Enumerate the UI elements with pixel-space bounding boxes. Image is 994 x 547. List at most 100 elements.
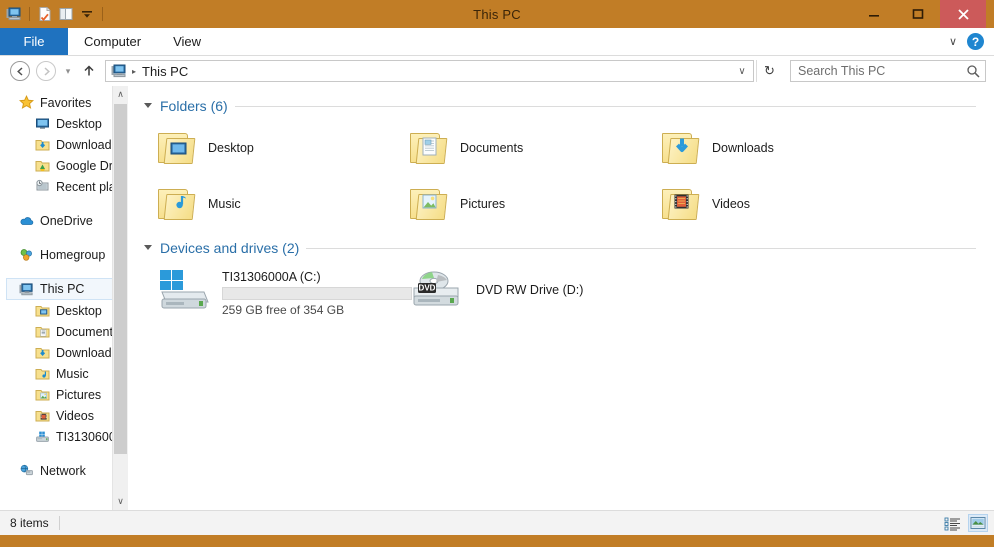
tab-file[interactable]: File [0, 28, 68, 55]
item-label: Pictures [460, 197, 506, 211]
downloads-folder-icon [660, 131, 700, 165]
group-title: Devices and drives (2) [160, 240, 300, 256]
refresh-button[interactable]: ↻ [756, 60, 782, 82]
list-item[interactable]: DVD DVD RW Drive (D:) [394, 262, 646, 318]
sidebar-item-pictures[interactable]: Pictures [0, 384, 128, 405]
sidebar-item-label: Downloads [56, 137, 118, 152]
group-header-devices[interactable]: Devices and drives (2) [144, 240, 982, 256]
hard-drive-icon [34, 429, 50, 445]
breadcrumb[interactable]: ▸ This PC ∨ [105, 60, 754, 82]
minimize-button[interactable] [852, 0, 896, 28]
window-title: This PC [473, 6, 521, 22]
network-icon [18, 463, 34, 479]
large-icons-view-button[interactable] [968, 514, 988, 532]
sidebar-item-label: Desktop [56, 116, 102, 131]
sidebar-item-downloads[interactable]: Downloads [0, 342, 128, 363]
desktop-icon [34, 116, 50, 132]
sidebar-item-label: Videos [56, 408, 94, 423]
scroll-down-icon[interactable]: ∨ [113, 493, 128, 510]
videos-folder-icon [660, 187, 700, 221]
item-label: Videos [712, 197, 750, 211]
sidebar-item-recent-places[interactable]: Recent places [0, 176, 128, 197]
group-header-folders[interactable]: Folders (6) [144, 98, 982, 114]
scrollbar-thumb[interactable] [114, 104, 127, 454]
list-item[interactable]: Downloads [646, 120, 898, 176]
collapse-triangle-icon[interactable] [144, 244, 153, 253]
downloads-folder-icon [34, 345, 50, 361]
ribbon-tab-bar: File Computer View ∨ ? [0, 28, 994, 56]
sidebar-item-videos[interactable]: Videos [0, 405, 128, 426]
status-divider [58, 516, 60, 530]
sidebar-item-desktop-fav[interactable]: Desktop [0, 113, 128, 134]
sidebar-item-onedrive[interactable]: OneDrive [0, 210, 128, 231]
sidebar-item-homegroup[interactable]: Homegroup [0, 244, 128, 265]
recent-locations-icon[interactable]: ▾ [60, 59, 76, 83]
up-button[interactable] [78, 59, 100, 83]
list-item[interactable]: TI31306000A (C:) 259 GB free of 354 GB [142, 262, 412, 318]
pictures-folder-icon [408, 187, 448, 221]
sidebar-item-desktop[interactable]: Desktop [0, 300, 128, 321]
google-drive-folder-icon [34, 158, 50, 174]
search-icon[interactable] [966, 64, 981, 79]
windows-hard-drive-icon [156, 266, 212, 314]
dvd-label: DVD [419, 284, 436, 293]
item-label: DVD RW Drive (D:) [476, 283, 584, 297]
sidebar-item-google-drive[interactable]: Google Drive [0, 155, 128, 176]
homegroup-icon [18, 247, 34, 263]
desktop-folder-icon [34, 303, 50, 319]
list-item[interactable]: Pictures [394, 176, 646, 232]
sidebar-item-music[interactable]: Music [0, 363, 128, 384]
back-button[interactable] [8, 59, 32, 83]
item-label: Music [208, 197, 241, 211]
item-label: Documents [460, 141, 524, 155]
drives-grid: TI31306000A (C:) 259 GB free of 354 GB D… [142, 262, 982, 318]
breadcrumb-current[interactable]: This PC [142, 64, 188, 79]
help-icon[interactable]: ? [967, 33, 984, 50]
scroll-up-icon[interactable]: ∧ [113, 86, 128, 103]
sidebar-item-network[interactable]: Network [0, 460, 128, 481]
maximize-button[interactable] [896, 0, 940, 28]
file-list-pane[interactable]: Folders (6) Desktop Documents Downloads … [128, 86, 994, 510]
sidebar-item-documents[interactable]: Documents [0, 321, 128, 342]
close-button[interactable] [940, 0, 986, 28]
group-title: Folders (6) [160, 98, 228, 114]
sidebar-item-label: Network [40, 463, 86, 478]
sidebar-item-this-pc[interactable]: This PC [6, 278, 128, 300]
this-pc-icon [110, 63, 127, 80]
sidebar-item-label: Pictures [56, 387, 102, 402]
tab-view[interactable]: View [157, 28, 217, 55]
sidebar-item-local-disk[interactable]: TI31306000A [0, 426, 128, 447]
this-pc-icon [18, 281, 34, 297]
sidebar-scrollbar[interactable]: ∧ ∨ [112, 86, 128, 510]
onedrive-cloud-icon [18, 213, 34, 229]
sidebar-item-label: Homegroup [40, 247, 106, 262]
search-box[interactable] [790, 60, 986, 82]
sidebar-item-label: Downloads [56, 345, 118, 360]
search-input[interactable] [798, 64, 966, 78]
videos-folder-icon [34, 408, 50, 424]
drive-name: TI31306000A (C:) [222, 270, 321, 284]
details-view-button[interactable] [942, 514, 962, 532]
group-divider [306, 247, 976, 249]
sidebar-item-label: Favorites [40, 95, 92, 110]
list-item[interactable]: Desktop [142, 120, 394, 176]
list-item[interactable]: Documents [394, 120, 646, 176]
folders-grid: Desktop Documents Downloads Music Pictur… [142, 120, 982, 232]
item-label: Desktop [208, 141, 254, 155]
group-divider [234, 105, 976, 107]
documents-folder-icon [408, 131, 448, 165]
chevron-down-icon[interactable]: ∨ [733, 66, 751, 77]
forward-button[interactable] [34, 59, 58, 83]
sidebar-item-downloads-fav[interactable]: Downloads [0, 134, 128, 155]
tab-computer[interactable]: Computer [68, 28, 157, 55]
sidebar-item-label: Music [56, 366, 89, 381]
drive-info: TI31306000A (C:) 259 GB free of 354 GB [222, 266, 412, 317]
title-bar: This PC [0, 0, 994, 28]
recent-places-icon [34, 179, 50, 195]
chevron-down-icon[interactable]: ∨ [949, 35, 957, 48]
sidebar-item-favorites[interactable]: Favorites [0, 92, 128, 113]
collapse-triangle-icon[interactable] [144, 102, 153, 111]
music-folder-icon [156, 187, 196, 221]
list-item[interactable]: Music [142, 176, 394, 232]
list-item[interactable]: Videos [646, 176, 898, 232]
